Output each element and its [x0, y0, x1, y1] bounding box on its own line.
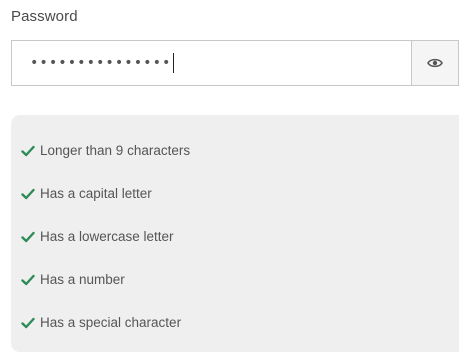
text-caret: [173, 53, 175, 73]
eye-icon: [427, 57, 443, 69]
check-icon: [21, 187, 35, 201]
requirement-label: Has a special character: [40, 315, 182, 330]
check-icon: [21, 230, 35, 244]
requirement-label: Has a lowercase letter: [40, 229, 174, 244]
requirement-special: Has a special character: [11, 301, 459, 344]
requirement-length: Longer than 9 characters: [11, 129, 459, 172]
password-requirements-panel: Longer than 9 characters Has a capital l…: [11, 115, 459, 352]
password-input-group: •••••••••••••••: [11, 40, 459, 86]
show-password-button[interactable]: [411, 40, 459, 86]
check-icon: [21, 144, 35, 158]
password-masked-value: •••••••••••••••: [30, 55, 172, 71]
check-icon: [21, 316, 35, 330]
check-icon: [21, 273, 35, 287]
requirement-lowercase: Has a lowercase letter: [11, 215, 459, 258]
password-input[interactable]: •••••••••••••••: [11, 40, 411, 86]
password-label: Password: [11, 8, 78, 25]
requirement-number: Has a number: [11, 258, 459, 301]
requirement-label: Longer than 9 characters: [40, 143, 191, 158]
requirement-capital: Has a capital letter: [11, 172, 459, 215]
password-form: Password ••••••••••••••• Longer than 9 c…: [0, 0, 459, 354]
requirement-label: Has a capital letter: [40, 186, 152, 201]
requirement-label: Has a number: [40, 272, 125, 287]
